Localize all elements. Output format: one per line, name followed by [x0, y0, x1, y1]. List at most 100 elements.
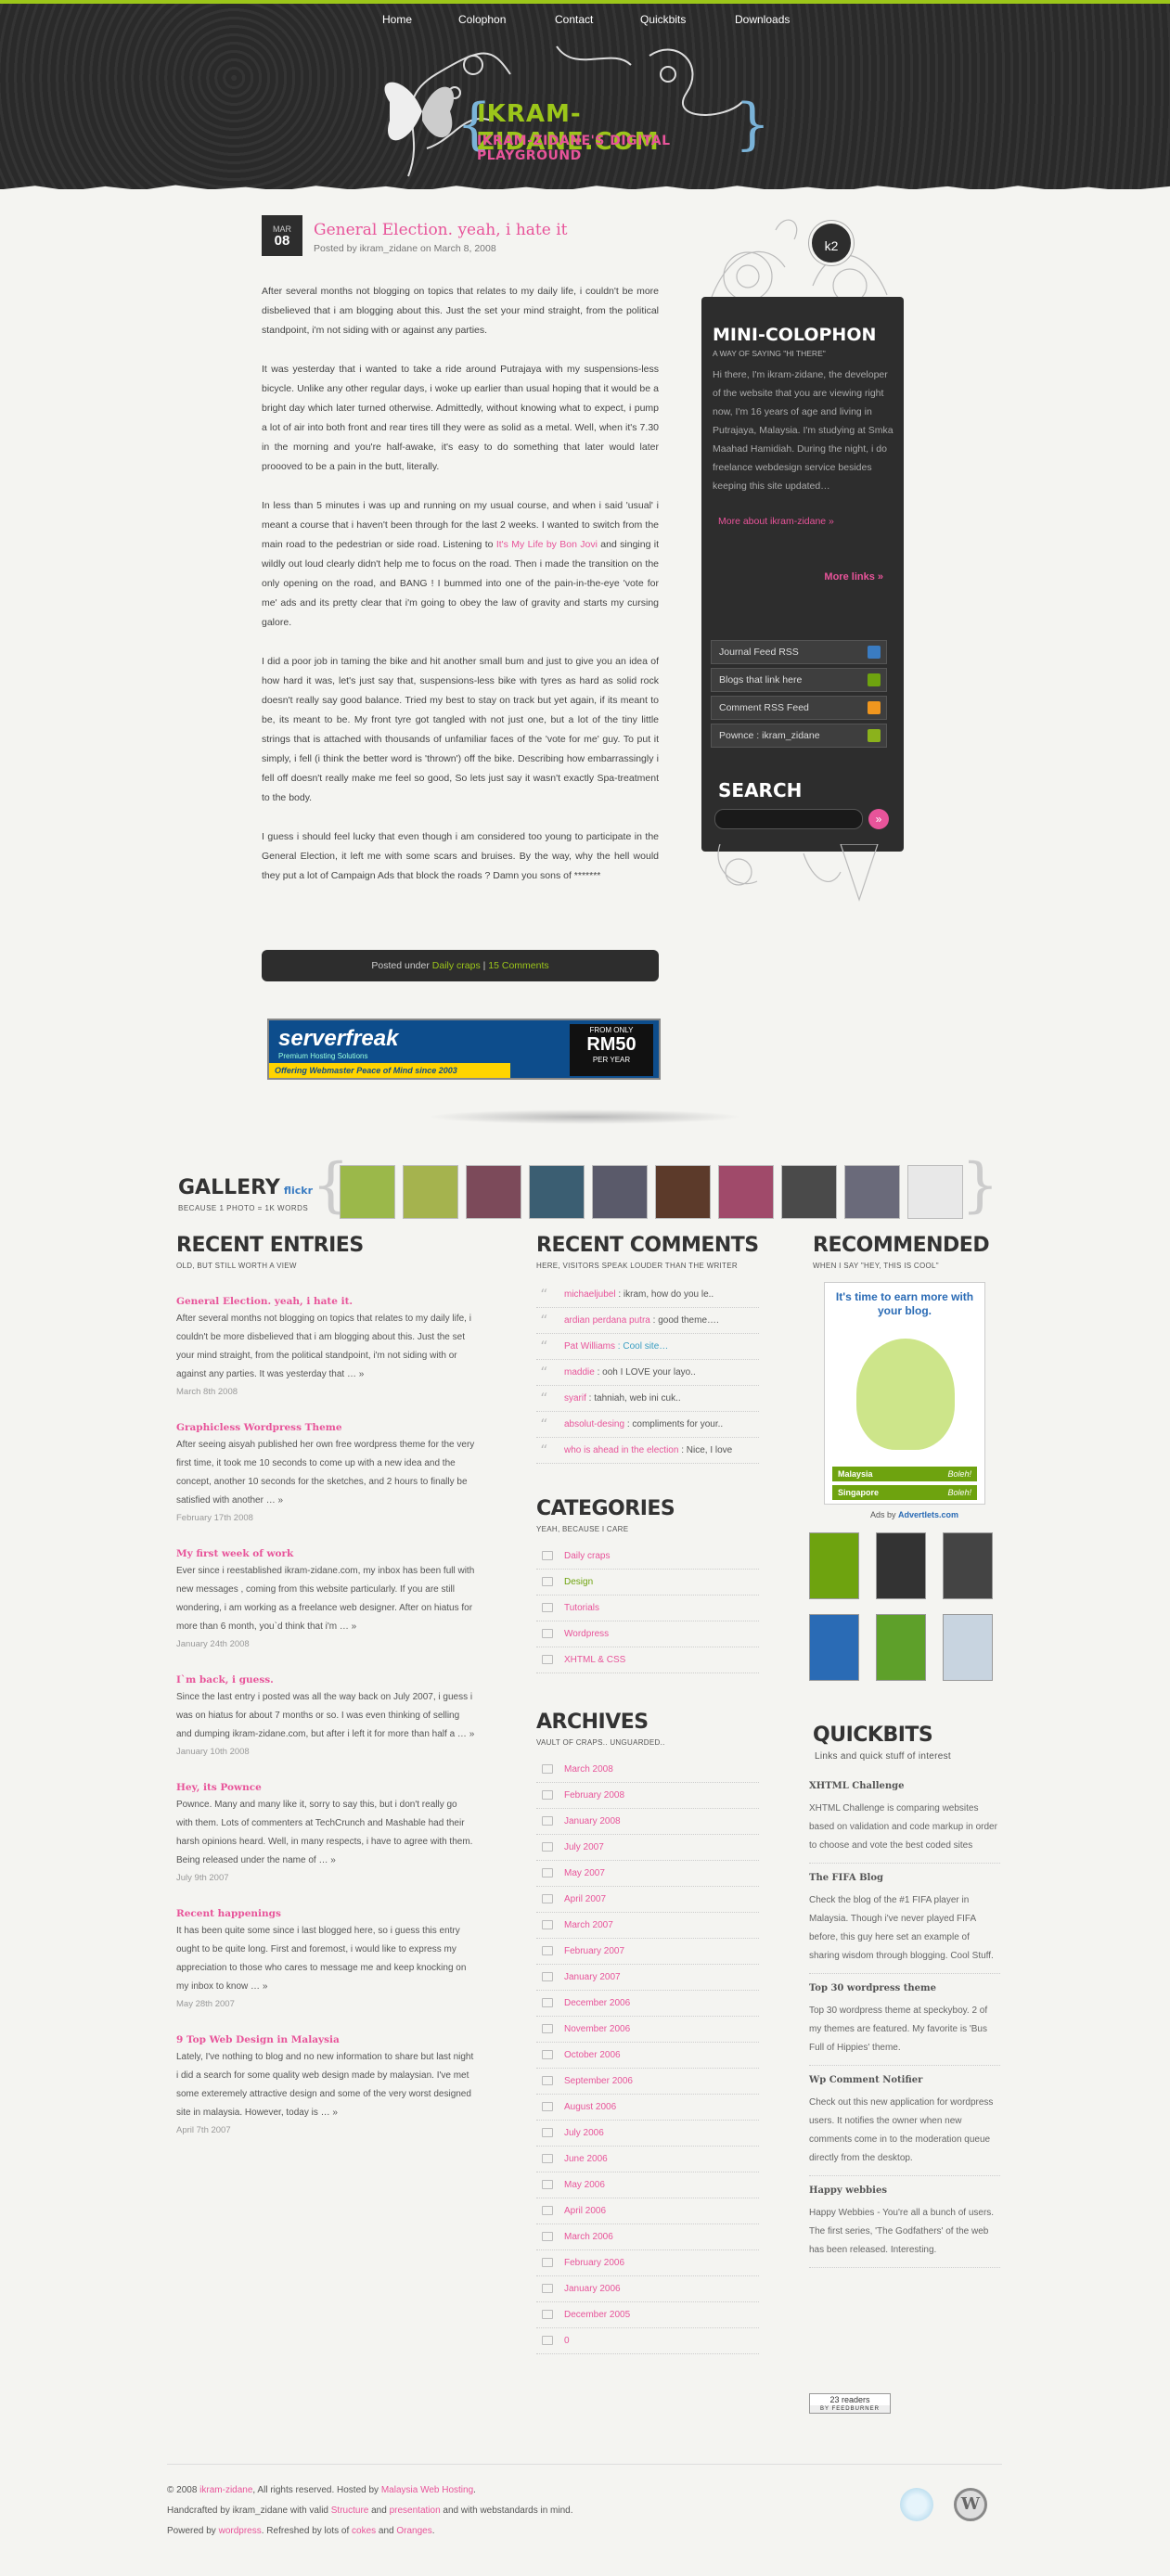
comment-author-link[interactable]: Pat Williams	[564, 1341, 615, 1352]
gallery-thumbnail[interactable]	[655, 1165, 711, 1219]
comment-author-link[interactable]: michaeljubel	[564, 1289, 616, 1300]
archive-item[interactable]: December 2005	[536, 2302, 759, 2328]
archive-item[interactable]: March 2006	[536, 2224, 759, 2250]
book-cover[interactable]	[809, 1532, 859, 1599]
comment-text: : ooh I LOVE your layo..	[594, 1367, 696, 1378]
archive-item[interactable]: May 2006	[536, 2172, 759, 2198]
post-category-link[interactable]: Daily craps	[432, 960, 481, 971]
gallery-thumbnail[interactable]	[844, 1165, 900, 1219]
archive-item[interactable]: February 2007	[536, 1939, 759, 1965]
footer-link[interactable]: Oranges	[396, 2526, 431, 2536]
more-about-link[interactable]: More about ikram-zidane »	[718, 516, 834, 527]
footer-link[interactable]: wordpress	[219, 2526, 262, 2536]
archives-subtitle: VAULT OF CRAPS.. UNGUARDED..	[536, 1738, 665, 1747]
gallery-thumbnail[interactable]	[466, 1165, 521, 1219]
site-logo[interactable]: { IKRAM-ZIDANE.COM IKRAM-ZIDANE'S DIGITA…	[371, 37, 770, 186]
gallery-thumbnail[interactable]	[781, 1165, 837, 1219]
archive-item[interactable]: August 2006	[536, 2095, 759, 2121]
book-cover[interactable]	[943, 1532, 993, 1599]
nav-quickbits[interactable]: Quickbits	[640, 13, 686, 26]
entry-title-link[interactable]: General Election. yeah, i hate it.	[176, 1293, 475, 1310]
entry-title-link[interactable]: I`m back, i guess.	[176, 1672, 475, 1688]
comment-author-link[interactable]: maddie	[564, 1367, 595, 1378]
book-cover[interactable]	[876, 1614, 926, 1681]
gallery-thumbnail[interactable]	[592, 1165, 648, 1219]
archive-item[interactable]: November 2006	[536, 2017, 759, 2043]
archive-label: April 2007	[564, 1894, 607, 1904]
quickbit-title-link[interactable]: Wp Comment Notifier	[809, 2073, 1000, 2088]
comment-author-link[interactable]: ardian perdana putra	[564, 1315, 650, 1326]
ad-row-word: Boleh!	[947, 1469, 971, 1479]
archive-item[interactable]: May 2007	[536, 1861, 759, 1887]
footer-link[interactable]: Malaysia Web Hosting	[381, 2485, 473, 2495]
nav-downloads[interactable]: Downloads	[735, 13, 790, 26]
archive-item[interactable]: January 2008	[536, 1809, 759, 1835]
archive-item[interactable]: July 2007	[536, 1835, 759, 1861]
category-item[interactable]: Daily craps	[536, 1544, 759, 1570]
footer-link[interactable]: Structure	[331, 2506, 369, 2516]
more-links-link[interactable]: More links »	[824, 571, 883, 583]
quickbit-title-link[interactable]: XHTML Challenge	[809, 1779, 1000, 1794]
search-button[interactable]: »	[868, 809, 889, 829]
search-input[interactable]	[714, 809, 863, 829]
category-item[interactable]: Tutorials	[536, 1596, 759, 1621]
book-cover[interactable]	[809, 1614, 859, 1681]
nav-home[interactable]: Home	[382, 13, 412, 26]
entry-title-link[interactable]: Recent happenings	[176, 1905, 475, 1922]
archive-item[interactable]: March 2008	[536, 1757, 759, 1783]
serverfreak-banner-ad[interactable]: serverfreak Premium Hosting Solutions Of…	[267, 1019, 661, 1080]
archive-item[interactable]: January 2007	[536, 1965, 759, 1991]
archive-item[interactable]: October 2006	[536, 2043, 759, 2069]
archive-item[interactable]: July 2006	[536, 2121, 759, 2147]
entry-title-link[interactable]: 9 Top Web Design in Malaysia	[176, 2031, 475, 2048]
nav-colophon[interactable]: Colophon	[458, 13, 506, 26]
category-item[interactable]: Wordpress	[536, 1621, 759, 1647]
entry-title-link[interactable]: Hey, its Pownce	[176, 1779, 475, 1796]
archive-item[interactable]: March 2007	[536, 1913, 759, 1939]
archive-item[interactable]: February 2008	[536, 1783, 759, 1809]
main-nav: Home Colophon Contact Quickbits Download…	[0, 13, 1170, 35]
feed-journal-rss[interactable]: Journal Feed RSS	[711, 640, 887, 664]
valid-standards-icon[interactable]	[900, 2488, 933, 2521]
quickbit-title-link[interactable]: The FIFA Blog	[809, 1871, 1000, 1886]
quickbit-title-link[interactable]: Top 30 wordpress theme	[809, 1981, 1000, 1996]
entry-title-link[interactable]: My first week of work	[176, 1545, 475, 1562]
nav-contact[interactable]: Contact	[555, 13, 593, 26]
gallery-thumbnail[interactable]	[403, 1165, 458, 1219]
ads-by-advertlets[interactable]: Ads by Advertlets.com	[870, 1510, 958, 1519]
gallery-thumbnail[interactable]	[340, 1165, 395, 1219]
archive-item[interactable]: January 2006	[536, 2276, 759, 2302]
category-item[interactable]: XHTML & CSS	[536, 1647, 759, 1673]
advertlets-ad[interactable]: It's time to earn more with your blog. B…	[824, 1282, 985, 1505]
feed-comment-rss[interactable]: Comment RSS Feed	[711, 696, 887, 720]
gallery-thumbnail[interactable]	[907, 1165, 963, 1219]
archive-item[interactable]: April 2006	[536, 2198, 759, 2224]
post-comments-link[interactable]: 15 Comments	[488, 960, 548, 971]
archive-item[interactable]: June 2006	[536, 2147, 759, 2172]
feed-pownce[interactable]: Pownce : ikram_zidane	[711, 724, 887, 748]
gallery-thumbnail[interactable]	[529, 1165, 585, 1219]
category-item[interactable]: Design	[536, 1570, 759, 1596]
footer-link[interactable]: presentation	[390, 2506, 441, 2516]
archive-item[interactable]: December 2006	[536, 1991, 759, 2017]
archive-item[interactable]: February 2006	[536, 2250, 759, 2276]
gallery-thumbnail[interactable]	[718, 1165, 774, 1219]
entry-title-link[interactable]: Graphicless Wordpress Theme	[176, 1419, 475, 1436]
archive-item[interactable]: 0	[536, 2328, 759, 2354]
comment-author-link[interactable]: absolut-desing	[564, 1419, 624, 1429]
post-title[interactable]: General Election. yeah, i hate it	[314, 221, 568, 239]
comment-author-link[interactable]: who is ahead in the election	[564, 1445, 678, 1455]
feedburner-readers-badge[interactable]: 23 readers BY FEEDBURNER	[809, 2393, 891, 2414]
wordpress-icon[interactable]: W	[954, 2488, 987, 2521]
footer-link[interactable]: cokes	[352, 2526, 376, 2536]
quickbits-list: XHTML Challenge XHTML Challenge is compar…	[809, 1772, 1000, 2268]
book-cover[interactable]	[943, 1614, 993, 1681]
book-cover[interactable]	[876, 1532, 926, 1599]
quickbit-title-link[interactable]: Happy webbies	[809, 2184, 1000, 2198]
comment-author-link[interactable]: syarif	[564, 1393, 586, 1403]
footer-link[interactable]: ikram-zidane	[199, 2485, 252, 2495]
archive-item[interactable]: September 2006	[536, 2069, 759, 2095]
post-inline-link[interactable]: It's My Life by Bon Jovi	[496, 539, 598, 550]
archive-item[interactable]: April 2007	[536, 1887, 759, 1913]
feed-blogs-link[interactable]: Blogs that link here	[711, 668, 887, 692]
